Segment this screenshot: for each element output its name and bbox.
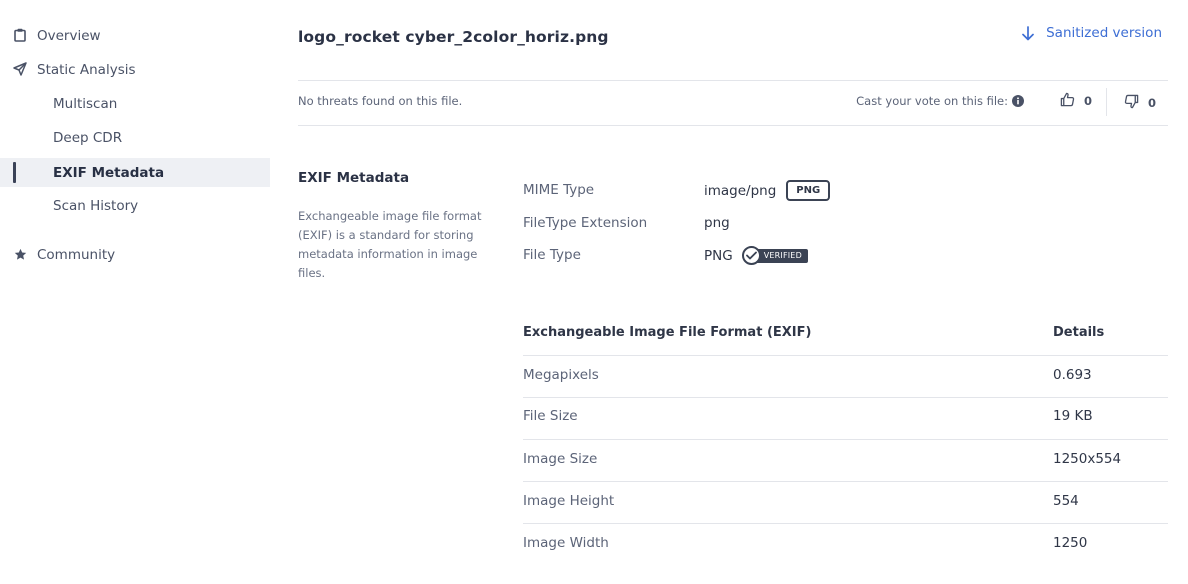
- sidebar-item-deep-cdr[interactable]: Deep CDR: [0, 123, 270, 152]
- table-divider: [523, 439, 1168, 440]
- table-row-value: 1250x554: [1053, 451, 1122, 467]
- table-row-key: Image Height: [523, 493, 615, 509]
- thumbs-up-icon: [1060, 92, 1075, 110]
- table-row-value: 19 KB: [1053, 408, 1093, 424]
- table-divider: [523, 397, 1168, 398]
- table-divider: [523, 523, 1168, 524]
- sidebar-item-label: Static Analysis: [37, 61, 136, 78]
- clipboard-icon: [13, 28, 27, 42]
- file-format-badge: PNG: [786, 180, 831, 201]
- vote-label: Cast your vote on this file:: [856, 94, 1008, 108]
- table-header-details: Details: [1053, 325, 1105, 340]
- table-row-value: 554: [1053, 493, 1079, 509]
- paper-plane-icon: [13, 62, 27, 76]
- upvote-button[interactable]: 0: [1060, 92, 1092, 110]
- sidebar-item-label: Deep CDR: [53, 129, 123, 146]
- star-icon: [13, 247, 27, 261]
- sanitized-version-label: Sanitized version: [1046, 25, 1162, 41]
- downvote-count: 0: [1148, 96, 1157, 110]
- sidebar-item-label: Scan History: [53, 197, 139, 214]
- sidebar-item-label: Multiscan: [53, 95, 118, 112]
- file-name-title: logo_rocket cyber_2color_horiz.png: [298, 28, 609, 46]
- info-circle-icon[interactable]: [1012, 95, 1024, 107]
- vote-divider: [1106, 88, 1107, 116]
- sanitized-version-link[interactable]: Sanitized version: [1022, 25, 1162, 41]
- filetype-extension-value: png: [704, 215, 730, 231]
- sidebar-item-scan-history[interactable]: Scan History: [0, 191, 270, 220]
- filetype-extension-key: FileType Extension: [523, 215, 648, 231]
- sidebar-item-exif-metadata[interactable]: EXIF Metadata: [0, 158, 270, 187]
- table-row-key: Image Width: [523, 535, 609, 551]
- sidebar-item-static-analysis[interactable]: Static Analysis: [0, 55, 270, 84]
- table-row-value: 1250: [1053, 535, 1088, 551]
- table-divider: [523, 355, 1168, 356]
- mime-type-text: image/png: [704, 182, 777, 199]
- downvote-button[interactable]: 0: [1124, 94, 1156, 112]
- threat-status-message: No threats found on this file.: [298, 94, 463, 108]
- divider: [298, 125, 1168, 126]
- mime-type-value: image/png PNG: [704, 180, 831, 201]
- sidebar-item-overview[interactable]: Overview: [0, 21, 270, 50]
- vote-prompt: Cast your vote on this file:: [856, 94, 1024, 108]
- table-row-key: Megapixels: [523, 367, 599, 383]
- thumbs-down-icon: [1124, 94, 1139, 112]
- filetype-extension-text: png: [704, 215, 730, 231]
- sidebar-item-community[interactable]: Community: [0, 240, 270, 269]
- arrow-down-icon: [1022, 25, 1036, 41]
- verified-badge: VERIFIED: [741, 246, 808, 265]
- section-title: EXIF Metadata: [298, 170, 410, 186]
- verified-label: VERIFIED: [755, 248, 808, 263]
- mime-type-key: MIME Type: [523, 182, 595, 198]
- file-type-key: File Type: [523, 247, 581, 263]
- sidebar-item-label: EXIF Metadata: [53, 164, 165, 181]
- file-type-text: PNG: [704, 247, 733, 264]
- table-row-key: File Size: [523, 408, 578, 424]
- table-divider: [523, 481, 1168, 482]
- upvote-count: 0: [1084, 94, 1093, 108]
- sidebar-item-label: Overview: [37, 27, 101, 44]
- divider: [298, 80, 1168, 81]
- sidebar-item-multiscan[interactable]: Multiscan: [0, 89, 270, 118]
- check-circle-icon: [741, 246, 761, 265]
- file-type-value: PNG VERIFIED: [704, 246, 808, 265]
- sidebar: Overview Static Analysis Multiscan Deep …: [0, 0, 270, 584]
- table-row-value: 0.693: [1053, 367, 1092, 383]
- section-description: Exchangeable image file format (EXIF) is…: [298, 209, 482, 280]
- table-row-key: Image Size: [523, 451, 598, 467]
- sidebar-item-label: Community: [37, 246, 116, 263]
- table-header-exif: Exchangeable Image File Format (EXIF): [523, 325, 812, 340]
